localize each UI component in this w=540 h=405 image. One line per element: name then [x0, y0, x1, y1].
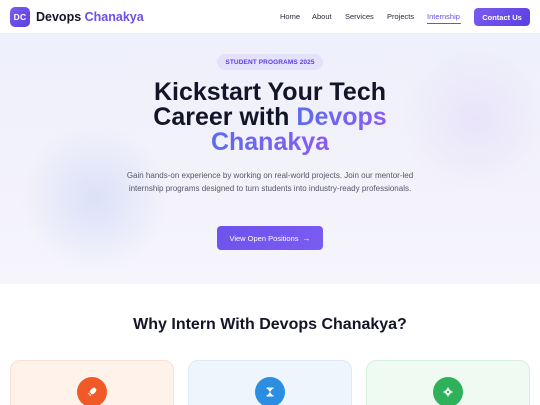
student-programs-badge: STUDENT PROGRAMS 2025 — [217, 54, 323, 70]
top-navbar: DC Devops Chanakya Home About Services P… — [0, 0, 540, 34]
cta-label: View Open Positions — [229, 233, 299, 243]
feature-card-3 — [366, 360, 530, 405]
headline-line-2: Career with Devops — [0, 105, 540, 130]
brand-name-part2: Chanakya — [84, 10, 144, 24]
hero-section: STUDENT PROGRAMS 2025 Kickstart Your Tec… — [0, 34, 540, 284]
logo-badge[interactable]: DC — [10, 7, 30, 27]
headline-accent-chanakya: Chanakya — [210, 128, 330, 156]
headline-accent-devops: Devops — [296, 103, 387, 131]
feature-card-1 — [10, 360, 174, 405]
brand-name-part1: Devops — [36, 10, 82, 24]
nav-services-link[interactable]: Services — [345, 12, 374, 21]
nav-projects-link[interactable]: Projects — [387, 12, 414, 21]
nav-home-link[interactable]: Home — [280, 12, 300, 21]
why-intern-heading: Why Intern With Devops Chanakya? — [133, 316, 407, 333]
contact-us-button[interactable]: Contact Us — [474, 8, 530, 26]
headline-line-1: Kickstart Your Tech — [153, 78, 387, 106]
rocket-icon — [77, 377, 107, 405]
feature-card-2 — [188, 360, 352, 405]
hourglass-icon — [255, 377, 285, 405]
headline-line-2-plain: Career with — [153, 103, 297, 131]
nav-internship-link[interactable]: Internship — [427, 12, 460, 21]
nav-about-link[interactable]: About — [312, 12, 332, 21]
active-nav-underline — [427, 23, 461, 24]
hero-subtitle: Gain hands-on experience by working on r… — [126, 171, 414, 193]
view-open-positions-button[interactable]: View Open Positions → — [217, 226, 323, 250]
hero-headline: Kickstart Your Tech Career with Devops C… — [0, 80, 540, 155]
headline-line-3: Chanakya — [0, 130, 540, 155]
arrow-right-icon: → — [302, 233, 311, 243]
brand-name[interactable]: Devops Chanakya — [36, 10, 144, 24]
gear-icon — [433, 377, 463, 405]
